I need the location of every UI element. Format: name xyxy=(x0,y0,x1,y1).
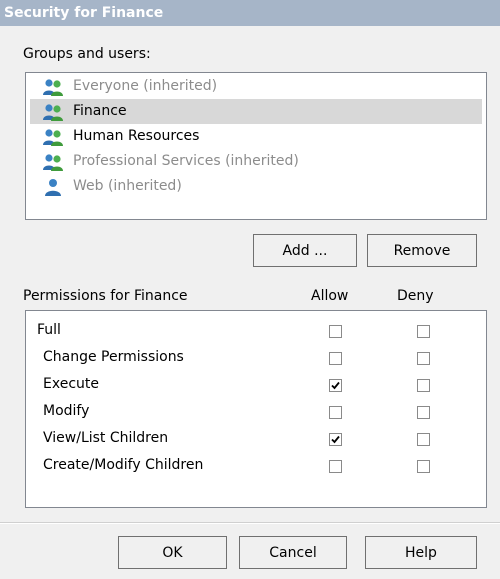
allow-checkbox[interactable] xyxy=(329,325,342,338)
add-button[interactable]: Add ... xyxy=(253,234,357,267)
footer-divider-highlight xyxy=(0,523,500,524)
groups-label: Groups and users: xyxy=(23,46,151,62)
list-item-finance[interactable]: Finance xyxy=(30,99,482,124)
deny-checkbox[interactable] xyxy=(417,433,430,446)
permission-label: Create/Modify Children xyxy=(43,457,204,473)
allow-checkbox[interactable] xyxy=(329,433,342,446)
permission-row-change-permissions: Change Permissions xyxy=(26,345,486,371)
deny-checkbox[interactable] xyxy=(417,325,430,338)
help-button[interactable]: Help xyxy=(365,536,477,569)
user-icon xyxy=(42,178,64,196)
list-item-label: Professional Services (inherited) xyxy=(73,153,299,169)
list-item-professional-services[interactable]: Professional Services (inherited) xyxy=(30,149,482,174)
group-icon xyxy=(42,78,64,96)
permissions-list: Full Change Permissions Execute Modify V… xyxy=(25,310,487,508)
permission-row-modify: Modify xyxy=(26,399,486,425)
group-icon xyxy=(42,103,64,121)
allow-checkbox[interactable] xyxy=(329,460,342,473)
group-icon xyxy=(42,153,64,171)
permissions-label: Permissions for Finance xyxy=(23,288,188,304)
list-item-label: Everyone (inherited) xyxy=(73,78,218,94)
deny-checkbox[interactable] xyxy=(417,406,430,419)
list-item-human-resources[interactable]: Human Resources xyxy=(30,124,482,149)
allow-column-header: Allow xyxy=(311,288,349,304)
group-icon xyxy=(42,128,64,146)
deny-column-header: Deny xyxy=(397,288,434,304)
permission-row-full: Full xyxy=(26,318,486,344)
list-item-everyone[interactable]: Everyone (inherited) xyxy=(30,74,482,99)
deny-checkbox[interactable] xyxy=(417,352,430,365)
ok-button[interactable]: OK xyxy=(118,536,227,569)
permission-label: Full xyxy=(37,322,61,338)
permission-label: Modify xyxy=(43,403,90,419)
permission-label: Change Permissions xyxy=(43,349,184,365)
list-item-label: Web (inherited) xyxy=(73,178,182,194)
remove-button[interactable]: Remove xyxy=(367,234,477,267)
allow-checkbox[interactable] xyxy=(329,406,342,419)
allow-checkbox[interactable] xyxy=(329,352,342,365)
list-item-web[interactable]: Web (inherited) xyxy=(30,174,482,199)
title-bar: Security for Finance xyxy=(0,0,500,26)
cancel-button[interactable]: Cancel xyxy=(239,536,347,569)
deny-checkbox[interactable] xyxy=(417,379,430,392)
permission-row-create-modify-children: Create/Modify Children xyxy=(26,453,486,479)
list-item-label: Finance xyxy=(73,103,127,119)
window-title: Security for Finance xyxy=(4,5,164,21)
groups-list[interactable]: Everyone (inherited) Finance Human Resou… xyxy=(25,72,487,220)
permission-label: View/List Children xyxy=(43,430,169,446)
permission-row-view-list-children: View/List Children xyxy=(26,426,486,452)
permission-label: Execute xyxy=(43,376,99,392)
list-item-label: Human Resources xyxy=(73,128,200,144)
permission-row-execute: Execute xyxy=(26,372,486,398)
deny-checkbox[interactable] xyxy=(417,460,430,473)
allow-checkbox[interactable] xyxy=(329,379,342,392)
